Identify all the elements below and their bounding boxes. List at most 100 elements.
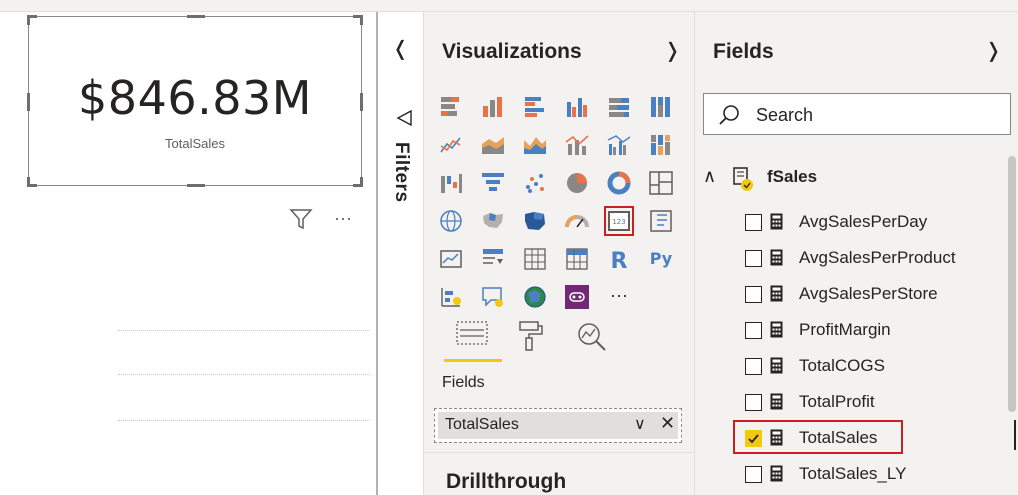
field-checkbox[interactable]	[745, 250, 762, 267]
field-item-avgsalesperproduct[interactable]: AvgSalesPerProduct	[695, 243, 1005, 273]
format-paint-roller-icon[interactable]	[514, 318, 554, 358]
area-chart-icon[interactable]	[480, 132, 506, 158]
more-visuals-icon[interactable]: ···	[606, 284, 632, 310]
stacked-column-chart-icon[interactable]	[480, 94, 506, 120]
fields-pane: Fields ❭ Search ∧ fSales AvgSalesPerDay A…	[695, 12, 1018, 495]
power-apps-visual-icon[interactable]	[564, 284, 590, 310]
treemap-icon[interactable]	[648, 170, 674, 196]
calculator-icon	[770, 465, 783, 482]
analytics-magnifier-icon[interactable]	[572, 318, 612, 358]
kpi-icon[interactable]	[438, 246, 464, 272]
stacked-bar-chart-icon[interactable]	[438, 94, 464, 120]
resize-handle-br-v[interactable]	[360, 177, 363, 187]
field-item-totalprofit[interactable]: TotalProfit	[695, 387, 1005, 417]
filters-pane[interactable]: ❬ Filters	[376, 12, 424, 495]
svg-text:123: 123	[612, 218, 625, 226]
ribbon-chart-icon[interactable]	[648, 132, 674, 158]
field-checkbox[interactable]	[745, 286, 762, 303]
resize-handle-left[interactable]	[27, 93, 30, 111]
funnel-chart-icon[interactable]	[480, 170, 506, 196]
expand-chevron-icon[interactable]: ❭	[664, 38, 681, 63]
field-checkbox[interactable]	[745, 466, 762, 483]
clustered-column-chart-icon[interactable]	[564, 94, 590, 120]
field-label: TotalProfit	[799, 392, 875, 411]
calculator-icon	[770, 249, 783, 266]
line-and-clustered-column-icon[interactable]	[606, 132, 632, 158]
field-item-totalcogs[interactable]: TotalCOGS	[695, 351, 1005, 381]
field-checkbox[interactable]	[745, 394, 762, 411]
resize-handle-right[interactable]	[360, 93, 363, 111]
field-label: TotalSales_LY	[799, 464, 907, 483]
scrollbar[interactable]	[1008, 156, 1016, 412]
matrix-icon[interactable]	[564, 246, 590, 272]
100-stacked-column-chart-icon[interactable]	[648, 94, 674, 120]
field-pill[interactable]: TotalSales ∨ ✕	[438, 412, 678, 439]
scatter-chart-icon[interactable]	[522, 170, 548, 196]
slicer-icon[interactable]	[480, 246, 506, 272]
filled-map-icon[interactable]	[480, 208, 506, 234]
fields-title: Fields	[713, 40, 774, 63]
r-script-visual-icon[interactable]: R	[606, 246, 632, 274]
arcgis-map-icon[interactable]	[522, 284, 548, 310]
pie-chart-icon[interactable]	[564, 170, 590, 196]
close-icon[interactable]: ✕	[660, 413, 675, 434]
table-name: fSales	[767, 167, 818, 186]
stacked-area-chart-icon[interactable]	[522, 132, 548, 158]
line-chart-icon[interactable]	[438, 132, 464, 158]
text-cursor	[1014, 420, 1016, 450]
card-visual[interactable]: $846.83M TotalSales	[27, 15, 363, 187]
filter-icon[interactable]	[288, 207, 314, 231]
100-stacked-bar-chart-icon[interactable]	[606, 94, 632, 120]
filters-label[interactable]: Filters	[390, 142, 412, 203]
resize-handle-bottom[interactable]	[187, 184, 205, 187]
clustered-bar-chart-icon[interactable]	[522, 94, 548, 120]
field-checkbox[interactable]	[745, 214, 762, 231]
waterfall-chart-icon[interactable]	[438, 170, 464, 196]
card-visual-icon[interactable]: 123	[604, 206, 634, 236]
field-item-profitmargin[interactable]: ProfitMargin	[695, 315, 1005, 345]
field-checkbox[interactable]	[745, 322, 762, 339]
drillthrough-heading: Drillthrough	[446, 470, 567, 493]
chevron-down-icon[interactable]: ∨	[634, 414, 646, 434]
table-icon[interactable]	[522, 246, 548, 272]
resize-handle-bl-v[interactable]	[27, 177, 30, 187]
more-options-icon[interactable]: ···	[330, 206, 356, 230]
expand-chevron-icon[interactable]: ❭	[985, 38, 1002, 63]
report-canvas[interactable]: $846.83M TotalSales ···	[0, 12, 376, 495]
donut-chart-icon[interactable]	[606, 170, 632, 196]
field-item-avgsalesperday[interactable]: AvgSalesPerDay	[695, 207, 1005, 237]
active-tab-indicator	[444, 359, 502, 362]
chevron-up-icon[interactable]: ∧	[703, 166, 716, 187]
resize-handle-tr-v[interactable]	[360, 15, 363, 25]
resize-handle-top[interactable]	[187, 15, 205, 18]
field-checkbox[interactable]	[745, 358, 762, 375]
field-label: AvgSalesPerProduct	[799, 248, 956, 267]
resize-handle-tl-v[interactable]	[27, 15, 30, 25]
shape-map-icon[interactable]	[522, 208, 548, 234]
gauge-icon[interactable]	[564, 208, 590, 234]
search-input[interactable]: Search	[703, 93, 1011, 135]
multi-row-card-icon[interactable]	[648, 208, 674, 234]
python-visual-icon[interactable]: Py	[648, 246, 674, 272]
map-icon[interactable]	[438, 208, 464, 234]
qa-visual-icon[interactable]	[480, 284, 506, 310]
card-label: TotalSales	[165, 136, 225, 151]
calculator-icon	[770, 393, 783, 410]
calculator-icon	[770, 285, 783, 302]
field-item-totalsales_ly[interactable]: TotalSales_LY	[695, 459, 1005, 489]
fields-tab-icon[interactable]	[452, 318, 492, 358]
measure-table-icon	[731, 166, 755, 192]
table-node[interactable]: ∧ fSales	[695, 164, 1005, 192]
gridline	[118, 330, 370, 331]
field-label: AvgSalesPerDay	[799, 212, 928, 231]
collapse-chevron-icon[interactable]: ❬	[392, 36, 409, 61]
gridline	[118, 374, 370, 375]
calculator-icon	[770, 213, 783, 230]
field-item-avgsalesperstore[interactable]: AvgSalesPerStore	[695, 279, 1005, 309]
line-and-stacked-column-icon[interactable]	[564, 132, 590, 158]
key-influencers-icon[interactable]	[438, 284, 464, 310]
visualizations-title: Visualizations	[442, 40, 582, 63]
card-value: $846.83M	[78, 71, 312, 125]
fields-well[interactable]: TotalSales ∨ ✕	[434, 408, 682, 443]
field-pill-label: TotalSales	[445, 416, 519, 433]
